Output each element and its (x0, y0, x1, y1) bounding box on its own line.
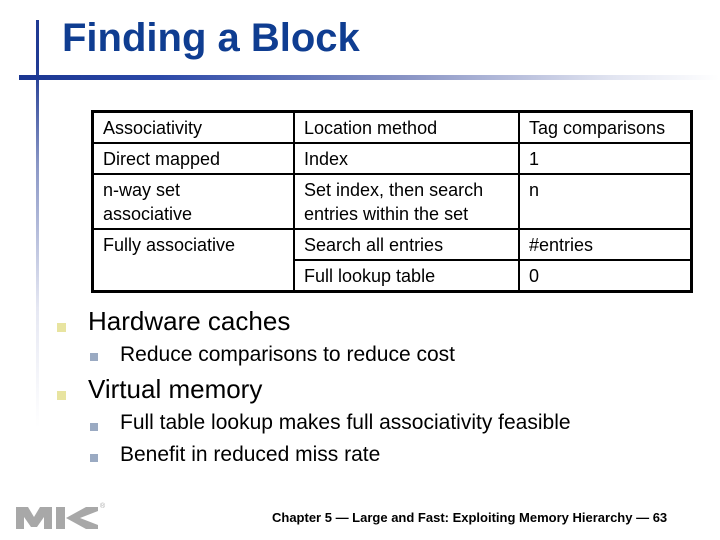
table-row: Fully associative Search all entries #en… (91, 228, 693, 293)
decorative-vertical-bar (36, 20, 39, 500)
table-row: Direct mapped Index 1 (91, 142, 693, 175)
decorative-vertical-bar-top (36, 20, 39, 55)
table-cell: 0 (518, 259, 693, 293)
sub-bullet-marker-icon (90, 353, 98, 361)
slide-title: Finding a Block (62, 16, 360, 60)
table-cell: Search all entries (293, 228, 520, 261)
registered-mark: ® (100, 502, 106, 510)
table-cell: Fully associative (91, 228, 295, 293)
table-cell: #entries (518, 228, 693, 261)
table-cell: n-way set associative (91, 173, 295, 230)
decorative-horizontal-bar (19, 75, 719, 80)
sub-bullet-marker-icon (90, 423, 98, 431)
mk-logo-icon: ® (16, 502, 106, 529)
table-cell: Index (293, 142, 520, 175)
slide-footer: Chapter 5 — Large and Fast: Exploiting M… (272, 510, 668, 525)
table-cell: Tag comparisons (518, 110, 693, 144)
associativity-table: Associativity Location method Tag compar… (91, 110, 693, 293)
table-cell: Set index, then search entries within th… (293, 173, 520, 230)
sub-bullet-marker-icon (90, 454, 98, 462)
table-cell: n (518, 173, 693, 230)
table-header-row: Associativity Location method Tag compar… (91, 110, 693, 144)
table-cell: 1 (518, 142, 693, 175)
table-cell: Location method (293, 110, 520, 144)
sub-bullet-item: Benefit in reduced miss rate (120, 443, 381, 466)
sub-bullet-item: Reduce comparisons to reduce cost (120, 343, 456, 366)
bullet-marker-icon (57, 391, 66, 400)
table-cell: Direct mapped (91, 142, 295, 175)
table-row: n-way set associative Set index, then se… (91, 173, 693, 230)
sub-bullet-item: Full table lookup makes full associativi… (120, 411, 571, 434)
table-cell: Full lookup table (293, 259, 520, 293)
table-cell: Associativity (91, 110, 295, 144)
bullet-item: Virtual memory (88, 374, 263, 404)
bullet-marker-icon (57, 323, 66, 332)
bullet-item: Hardware caches (88, 306, 291, 336)
